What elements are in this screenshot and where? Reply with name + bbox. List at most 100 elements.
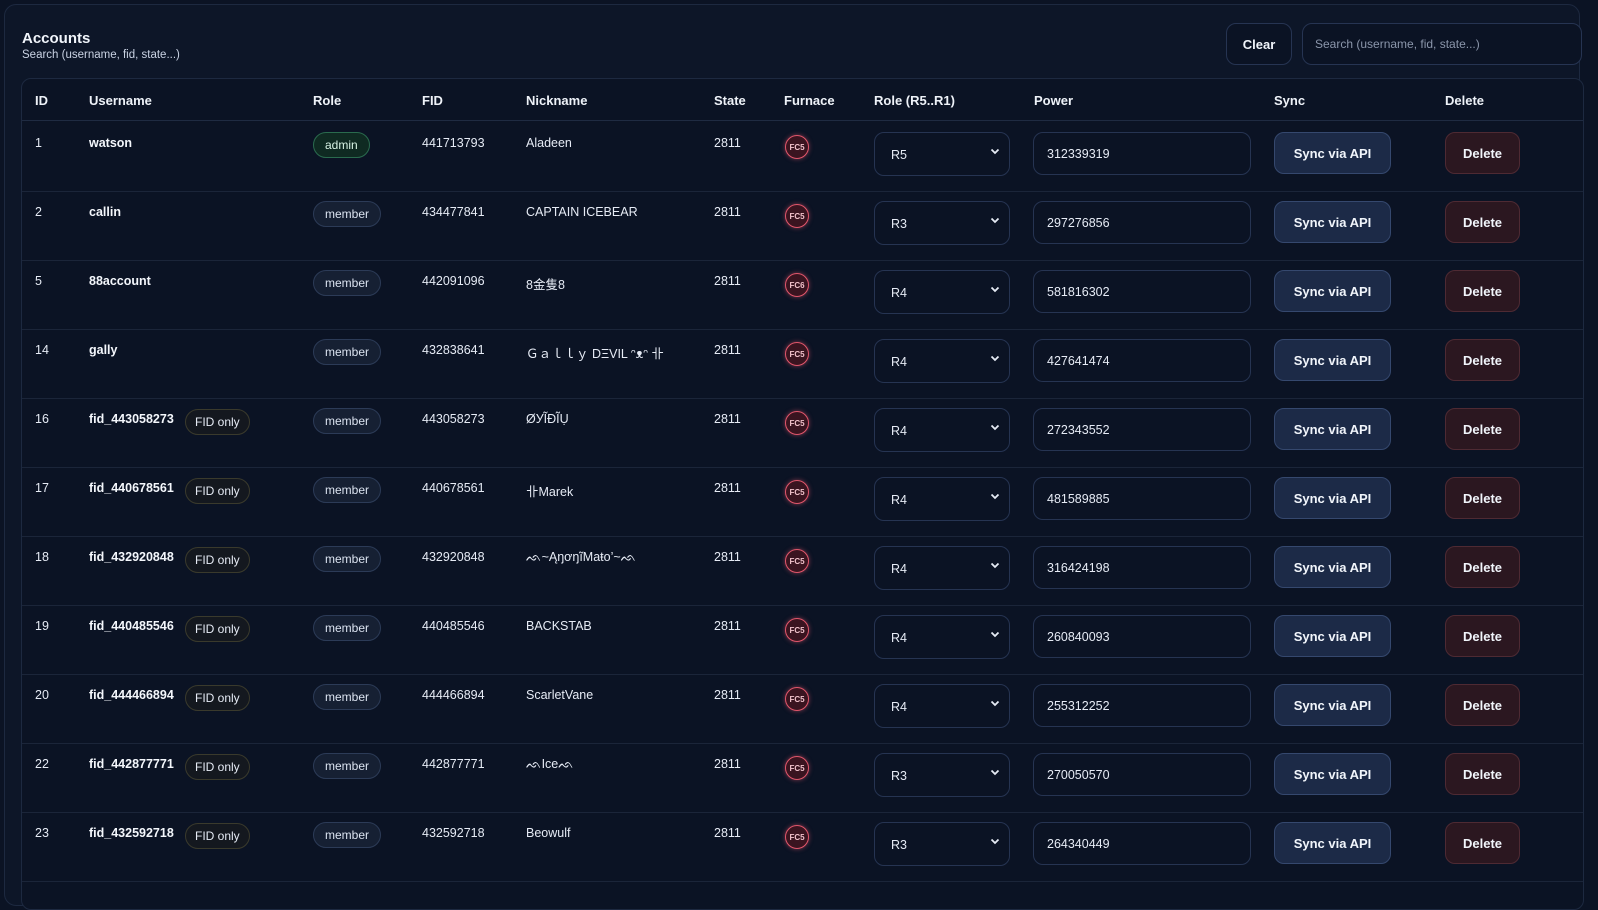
- table-row: 18 fid_432920848 FID only member 4329208…: [22, 535, 1583, 606]
- nickname: Ｇａｌｌｙ DΞVIL ᵔᴥᵔ 卝: [526, 347, 664, 361]
- sync-via-api-button[interactable]: Sync via API: [1274, 339, 1391, 381]
- row-id: 23: [35, 826, 49, 840]
- role-badge: member: [313, 339, 382, 365]
- sync-via-api-button[interactable]: Sync via API: [1274, 201, 1391, 243]
- sync-via-api-button[interactable]: Sync via API: [1274, 753, 1391, 795]
- accounts-table: ID Username Role FID Nickname State Furn…: [21, 78, 1584, 910]
- sync-via-api-button[interactable]: Sync via API: [1274, 684, 1391, 726]
- sync-via-api-button[interactable]: Sync via API: [1274, 822, 1391, 864]
- role-rank-value: R5: [891, 148, 907, 162]
- username: fid_440678561: [89, 481, 174, 495]
- power-input[interactable]: 427641474: [1033, 339, 1251, 382]
- table-row: 23 fid_432592718 FID only member 4325927…: [22, 811, 1583, 882]
- power-input[interactable]: 264340449: [1033, 822, 1251, 865]
- power-input[interactable]: 260840093: [1033, 615, 1251, 658]
- role-rank-select[interactable]: R4: [874, 546, 1010, 590]
- nickname: ØУĨĐĨỤ: [526, 412, 569, 426]
- delete-button[interactable]: Delete: [1445, 408, 1520, 450]
- nickname: BACKSTAB: [526, 619, 592, 633]
- search-input[interactable]: [1302, 23, 1582, 65]
- delete-button[interactable]: Delete: [1445, 615, 1520, 657]
- power-input[interactable]: 581816302: [1033, 270, 1251, 313]
- furnace-badge: FC5: [785, 825, 809, 849]
- delete-button[interactable]: Delete: [1445, 132, 1520, 174]
- delete-button[interactable]: Delete: [1445, 546, 1520, 588]
- power-value: 312339319: [1047, 147, 1110, 161]
- fid-value: 442877771: [422, 757, 485, 771]
- sync-via-api-button[interactable]: Sync via API: [1274, 132, 1391, 174]
- row-id: 19: [35, 619, 49, 633]
- furnace-badge: FC5: [785, 618, 809, 642]
- power-input[interactable]: 316424198: [1033, 546, 1251, 589]
- accounts-panel: Accounts Search (username, fid, state...…: [4, 4, 1584, 910]
- role-rank-select[interactable]: R3: [874, 753, 1010, 797]
- role-rank-value: R4: [891, 286, 907, 300]
- role-badge: member: [313, 201, 382, 227]
- chevron-down-icon: [990, 283, 1000, 297]
- role-badge: member: [313, 408, 382, 434]
- state-value: 2811: [714, 481, 741, 495]
- delete-button[interactable]: Delete: [1445, 822, 1520, 864]
- nickname: Beowulf: [526, 826, 571, 840]
- nickname: ScarletVane: [526, 688, 594, 702]
- power-input[interactable]: 312339319: [1033, 132, 1251, 175]
- delete-button[interactable]: Delete: [1445, 270, 1520, 312]
- sync-via-api-button[interactable]: Sync via API: [1274, 270, 1391, 312]
- table-row: 19 fid_440485546 FID only member 4404855…: [22, 604, 1583, 675]
- sync-via-api-button[interactable]: Sync via API: [1274, 477, 1391, 519]
- power-value: 481589885: [1047, 492, 1110, 506]
- nickname: 8金隻8: [526, 278, 565, 292]
- fid-value: 440485546: [422, 619, 485, 633]
- power-input[interactable]: 272343552: [1033, 408, 1251, 451]
- fid-only-badge: FID only: [185, 685, 250, 711]
- role-rank-select[interactable]: R4: [874, 615, 1010, 659]
- fid-only-badge: FID only: [185, 547, 250, 573]
- fid-value: 434477841: [422, 205, 485, 219]
- power-value: 260840093: [1047, 630, 1110, 644]
- table-row: 20 fid_444466894 FID only member 4444668…: [22, 673, 1583, 744]
- role-badge: admin: [313, 132, 370, 158]
- chevron-down-icon: [990, 766, 1000, 780]
- furnace-badge: FC5: [785, 204, 809, 228]
- role-rank-value: R3: [891, 217, 907, 231]
- power-input[interactable]: 255312252: [1033, 684, 1251, 727]
- delete-button[interactable]: Delete: [1445, 339, 1520, 381]
- role-rank-select[interactable]: R4: [874, 339, 1010, 383]
- sync-via-api-button[interactable]: Sync via API: [1274, 408, 1391, 450]
- username: callin: [89, 205, 121, 219]
- role-badge: member: [313, 477, 382, 503]
- role-rank-select[interactable]: R4: [874, 477, 1010, 521]
- role-rank-select[interactable]: R4: [874, 408, 1010, 452]
- furnace-badge: FC5: [785, 411, 809, 435]
- role-rank-select[interactable]: R3: [874, 822, 1010, 866]
- row-id: 1: [35, 136, 42, 150]
- power-input[interactable]: 270050570: [1033, 753, 1251, 796]
- delete-button[interactable]: Delete: [1445, 684, 1520, 726]
- power-value: 427641474: [1047, 354, 1110, 368]
- delete-button[interactable]: Delete: [1445, 753, 1520, 795]
- delete-button[interactable]: Delete: [1445, 477, 1520, 519]
- role-rank-select[interactable]: R4: [874, 684, 1010, 728]
- role-rank-value: R4: [891, 631, 907, 645]
- power-input[interactable]: 481589885: [1033, 477, 1251, 520]
- row-id: 17: [35, 481, 49, 495]
- sync-via-api-button[interactable]: Sync via API: [1274, 615, 1391, 657]
- chevron-down-icon: [990, 145, 1000, 159]
- role-rank-select[interactable]: R3: [874, 201, 1010, 245]
- role-rank-select[interactable]: R4: [874, 270, 1010, 314]
- furnace-badge: FC5: [785, 135, 809, 159]
- power-value: 255312252: [1047, 699, 1110, 713]
- fid-value: 432838641: [422, 343, 485, 357]
- role-rank-select[interactable]: R5: [874, 132, 1010, 176]
- chevron-down-icon: [990, 628, 1000, 642]
- state-value: 2811: [714, 205, 741, 219]
- role-badge: member: [313, 822, 382, 848]
- state-value: 2811: [714, 619, 741, 633]
- username: fid_444466894: [89, 688, 174, 702]
- delete-button[interactable]: Delete: [1445, 201, 1520, 243]
- sync-via-api-button[interactable]: Sync via API: [1274, 546, 1391, 588]
- role-rank-value: R4: [891, 700, 907, 714]
- clear-button[interactable]: Clear: [1226, 23, 1292, 65]
- page-title: Accounts: [22, 30, 91, 47]
- power-input[interactable]: 297276856: [1033, 201, 1251, 244]
